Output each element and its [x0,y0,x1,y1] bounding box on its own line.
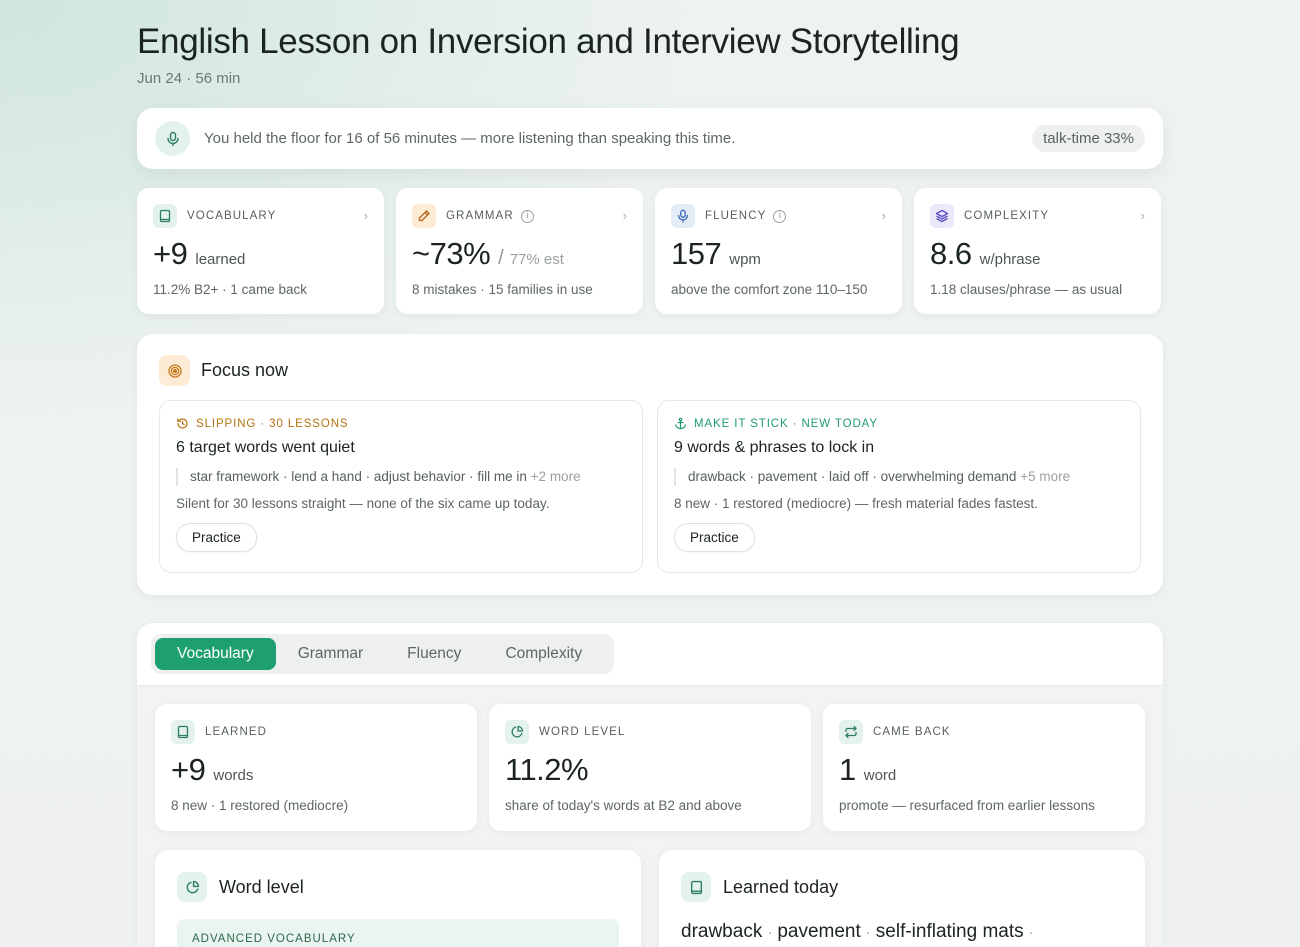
pie-chart-icon [177,872,207,902]
learned-today-card: Learned today drawback · pavement · self-inf… [659,850,1145,947]
book-icon [171,720,195,744]
kpi-unit: learned [195,251,246,268]
word-list-items: drawback · pavement · laid off · overwhe… [688,469,1017,484]
kpi-meta: 1.18 clauses/phrase — as usual [930,282,1123,297]
focus-card-slipping: SLIPPING · 30 LESSONS 6 target words wen… [159,400,643,573]
learned-word[interactable]: self-inflating mats [876,921,1024,942]
learned-today-title: Learned today [723,876,839,897]
kpi-meta: above the comfort zone 110–150 [671,282,868,297]
focus-card-make-it-stick: MAKE IT STICK · NEW TODAY 9 words & phra… [657,400,1141,573]
learned-words: drawback · pavement · self-inflating mats · [681,921,1034,942]
chevron-right-icon: › [881,208,886,223]
info-icon[interactable]: i [520,209,534,223]
focus-section: Focus now SLIPPING · 30 LESSONS 6 target… [137,334,1163,595]
focus-card-title: 9 words & phrases to lock in [674,439,875,456]
page-subtitle: Jun 24 · 56 min [137,70,241,87]
kpi-complexity[interactable]: COMPLEXITY › 8.6 w/phrase 1.18 clauses/ph… [914,188,1161,314]
stat-meta: promote — resurfaced from earlier lesson… [839,798,1095,813]
word-list-items: star framework · lend a hand · adjust be… [190,469,527,484]
practice-button[interactable]: Practice [674,523,755,552]
history-icon [177,418,188,429]
pencil-icon [412,204,436,228]
word-list: drawback · pavement · laid off · overwhe… [674,468,1124,486]
kpi-vocabulary[interactable]: VOCABULARY › +9 learned 11.2% B2+ · 1 cam… [137,188,384,314]
stat-meta: share of today's words at B2 and above [505,798,742,813]
info-icon[interactable]: i [773,209,787,223]
word-level-card: Word level ADVANCED VOCABULARY [155,850,641,947]
kpi-slash: / [498,247,504,269]
chevron-right-icon: › [363,208,368,223]
kpi-meta: 11.2% B2+ · 1 came back [153,282,307,297]
talk-time-banner: You held the floor for 16 of 56 minutes … [137,108,1163,169]
focus-title: Focus now [201,360,289,380]
book-icon [681,872,711,902]
stat-word-level: WORD LEVEL 11.2% share of today's words … [489,704,811,831]
kpi-row: VOCABULARY › +9 learned 11.2% B2+ · 1 cam… [137,188,1163,314]
kpi-fluency[interactable]: FLUENCY i › 157 wpm above the comfort zon… [655,188,902,314]
stat-label: LEARNED [205,726,268,738]
kpi-value: +9 [153,236,188,271]
tab-vocabulary[interactable]: Vocabulary [155,638,276,670]
chevron-right-icon: › [1140,208,1145,223]
practice-button[interactable]: Practice [176,523,257,552]
banner-text: You held the floor for 16 of 56 minutes … [204,130,736,147]
tab-grammar[interactable]: Grammar [276,638,385,670]
kpi-unit: w/phrase [979,251,1041,268]
focus-card-description: 8 new · 1 restored (mediocre) — fresh ma… [674,496,1038,511]
kpi-unit: wpm [729,251,761,268]
kpi-label: COMPLEXITY [964,210,1050,222]
target-icon [159,355,190,386]
focus-tag: SLIPPING · 30 LESSONS [196,417,349,430]
pie-chart-icon [505,720,529,744]
kpi-value: 157 [671,236,722,271]
stat-label: CAME BACK [873,726,951,738]
page-title: English Lesson on Inversion and Intervie… [137,22,960,61]
kpi-label: VOCABULARY [187,210,277,222]
kpi-value: 8.6 [930,236,972,271]
vocabulary-detail-cards: Word level ADVANCED VOCABULARY Learned t… [155,850,1145,947]
kpi-grammar[interactable]: GRAMMAR i › ~73% / 77% est 8 mistakes · 15… [396,188,643,314]
chevron-right-icon: › [622,208,627,223]
word-list: star framework · lend a hand · adjust be… [176,468,626,486]
focus-card-title: 6 target words went quiet [176,439,355,456]
microphone-icon [155,121,190,156]
stat-learned: LEARNED +9 words 8 new · 1 restored (medi… [155,704,477,831]
more-link[interactable]: +5 more [1020,469,1070,484]
word-level-title: Word level [219,876,304,897]
book-icon [153,204,177,228]
learned-word[interactable]: drawback [681,921,762,942]
stat-meta: 8 new · 1 restored (mediocre) [171,798,349,813]
vocabulary-stats: LEARNED +9 words 8 new · 1 restored (medi… [155,704,1145,831]
learned-word[interactable]: pavement [777,921,860,942]
kpi-label: GRAMMAR [446,210,514,222]
stat-value: 11.2% [505,752,589,787]
microphone-icon [671,204,695,228]
kpi-estimate: 77% est [509,251,564,268]
tab-bar: Vocabulary Grammar Fluency Complexity [137,623,1163,686]
details-panel: Vocabulary Grammar Fluency Complexity LE… [137,623,1163,947]
kpi-value: ~73% [412,236,491,271]
more-link[interactable]: +2 more [531,469,581,484]
anchor-icon [675,417,686,430]
stat-unit: word [863,767,897,784]
stat-value: 1 [839,752,856,787]
stat-label: WORD LEVEL [539,726,626,738]
tab-group: Vocabulary Grammar Fluency Complexity [151,634,614,674]
focus-tag: MAKE IT STICK · NEW TODAY [694,417,878,430]
talk-time-badge: talk-time 33% [1032,125,1145,152]
kpi-label: FLUENCY [705,210,767,222]
repeat-icon [839,720,863,744]
layers-icon [930,204,954,228]
stat-unit: words [213,767,254,784]
stat-came-back: CAME BACK 1 word promote — resurfaced fro… [823,704,1145,831]
focus-card-description: Silent for 30 lessons straight — none of… [176,496,550,511]
tab-fluency[interactable]: Fluency [385,638,483,670]
kpi-meta: 8 mistakes · 15 families in use [412,282,593,297]
tab-complexity[interactable]: Complexity [483,638,604,670]
advanced-vocabulary-section: ADVANCED VOCABULARY [177,919,619,947]
stat-value: +9 [171,752,206,787]
